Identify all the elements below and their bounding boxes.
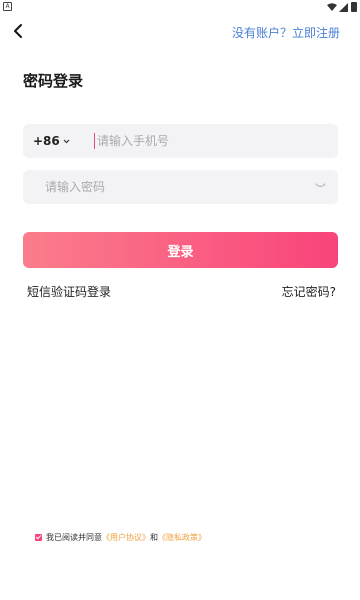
agreement-row: 我已阅读并同意 《用户协议》 和 《隐私政策》	[35, 532, 206, 543]
agreement-checkbox[interactable]	[35, 534, 42, 541]
battery-icon	[351, 2, 357, 12]
password-input[interactable]	[45, 170, 295, 204]
forgot-password-link[interactable]: 忘记密码?	[282, 283, 336, 300]
country-code-selector[interactable]: +86	[33, 134, 70, 148]
eye-closed-icon[interactable]	[315, 183, 326, 189]
privacy-policy-link[interactable]: 《隐私政策》	[158, 532, 206, 543]
user-agreement-link[interactable]: 《用户协议》	[102, 532, 150, 543]
back-arrow-icon[interactable]	[10, 22, 28, 40]
phone-input[interactable]	[97, 124, 327, 158]
sms-login-link[interactable]: 短信验证码登录	[27, 283, 111, 300]
country-code-label: +86	[33, 134, 60, 148]
page-title: 密码登录	[23, 72, 84, 90]
text-cursor	[94, 133, 95, 149]
wifi-icon	[327, 3, 337, 11]
agreement-conjunction: 和	[150, 533, 158, 542]
agreement-prefix: 我已阅读并同意	[46, 533, 102, 542]
app-notification-icon: A	[3, 2, 12, 11]
phone-field: +86	[23, 124, 338, 158]
login-button[interactable]: 登录	[23, 232, 338, 268]
login-screen: A 没有账户？立即注册 密码登录 +86 登录 短信验证码登录 忘记密码	[0, 0, 360, 600]
status-bar: A	[0, 0, 360, 14]
register-link[interactable]: 没有账户？立即注册	[232, 24, 340, 41]
password-field	[23, 170, 338, 204]
signal-icon	[339, 3, 348, 12]
chevron-down-icon	[63, 139, 70, 143]
